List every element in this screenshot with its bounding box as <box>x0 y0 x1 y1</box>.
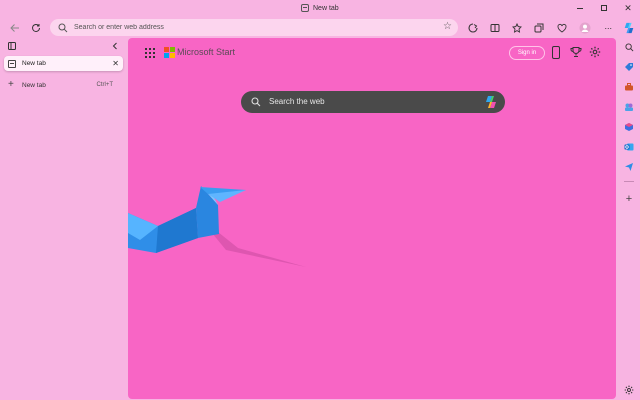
sidebar-office-button[interactable] <box>621 119 637 135</box>
close-button[interactable]: ✕ <box>616 0 640 16</box>
web-search-bar[interactable]: Search the web <box>241 91 505 113</box>
new-tab-shortcut: Ctrl+T <box>96 82 114 88</box>
tab-label: New tab <box>22 60 46 67</box>
window-title: New tab <box>301 2 339 14</box>
settings-gear-icon[interactable] <box>589 46 601 58</box>
search-icon <box>624 42 633 51</box>
origami-bird-wallpaper <box>128 186 306 267</box>
tab-actions-icon[interactable] <box>8 42 16 50</box>
search-placeholder: Search the web <box>269 97 325 106</box>
split-screen-button[interactable] <box>486 19 504 37</box>
address-bar[interactable]: ☆ <box>50 19 458 36</box>
sidebar-add-button[interactable]: + <box>621 191 637 207</box>
address-input[interactable] <box>74 24 424 31</box>
minimize-icon <box>577 7 583 9</box>
favorite-star-icon[interactable]: ☆ <box>443 22 452 32</box>
sidebar-divider <box>624 181 634 182</box>
split-screen-icon <box>490 24 500 32</box>
back-button[interactable] <box>6 19 24 37</box>
plus-icon: + <box>8 79 14 90</box>
sidebar-copilot-button[interactable] <box>621 20 637 36</box>
collections-icon <box>534 23 544 33</box>
more-button[interactable]: ··· <box>599 19 617 37</box>
title-bar: New tab ✕ <box>0 0 640 16</box>
tab-panel-header <box>0 39 128 55</box>
close-tab-icon[interactable]: ✕ <box>112 59 119 68</box>
office-icon <box>625 123 633 131</box>
refresh-button[interactable] <box>27 19 45 37</box>
phone-icon[interactable] <box>552 46 560 59</box>
sign-in-button[interactable]: Sign in <box>509 46 545 60</box>
new-tab-page: Microsoft Start Sign in Search the web <box>128 38 616 399</box>
right-sidebar: + <box>618 17 640 400</box>
toolbar: ☆ ··· <box>0 17 640 39</box>
outlook-icon <box>624 143 634 151</box>
vertical-tabs-panel: New tab ✕ + New tab Ctrl+T <box>0 39 128 400</box>
brand-name[interactable]: Microsoft Start <box>177 47 235 57</box>
sidebar-settings-button[interactable] <box>621 382 637 398</box>
add-icon: + <box>625 192 633 205</box>
more-icon: ··· <box>604 23 612 33</box>
toolbox-icon <box>625 83 633 91</box>
extension-button[interactable] <box>464 19 482 37</box>
close-icon: ✕ <box>624 2 632 13</box>
sidebar-tools-button[interactable] <box>621 79 637 95</box>
new-tab-button[interactable]: + New tab Ctrl+T <box>4 78 123 92</box>
heart-pulse-icon <box>557 23 567 33</box>
settings-gear-icon <box>624 385 634 395</box>
tab-new-tab[interactable]: New tab ✕ <box>4 56 123 71</box>
sidebar-send-button[interactable] <box>621 159 637 175</box>
sidebar-outlook-button[interactable] <box>621 139 637 155</box>
collapse-panel-icon[interactable] <box>111 42 119 50</box>
refresh-icon <box>32 23 40 32</box>
profile-button[interactable] <box>576 19 594 37</box>
sidebar-games-button[interactable] <box>621 99 637 115</box>
profile-icon <box>579 22 591 34</box>
back-icon <box>10 24 19 32</box>
collections-button[interactable] <box>530 19 548 37</box>
sidebar-shopping-button[interactable] <box>621 59 637 75</box>
maximize-icon <box>601 5 607 11</box>
browser-essentials-button[interactable] <box>553 19 571 37</box>
copilot-icon[interactable] <box>484 95 498 109</box>
tab-favicon-icon <box>8 59 16 68</box>
search-icon <box>58 23 68 32</box>
games-icon <box>625 103 633 111</box>
microsoft-logo-icon <box>164 47 175 58</box>
favorites-icon <box>512 23 522 33</box>
favorites-button[interactable] <box>508 19 526 37</box>
app-launcher-icon[interactable] <box>145 48 155 58</box>
maximize-button[interactable] <box>592 0 616 16</box>
minimize-button[interactable] <box>568 0 592 16</box>
send-icon <box>625 163 633 171</box>
tab-icon <box>301 4 309 12</box>
rewards-trophy-icon[interactable] <box>570 46 582 58</box>
new-tab-label: New tab <box>22 81 46 89</box>
shopping-tag-icon <box>625 63 633 71</box>
search-icon <box>251 97 261 107</box>
copilot-icon <box>624 22 634 34</box>
browser-essentials-icon <box>468 23 478 33</box>
window-title-text: New tab <box>313 4 339 12</box>
sidebar-search-button[interactable] <box>621 39 637 55</box>
